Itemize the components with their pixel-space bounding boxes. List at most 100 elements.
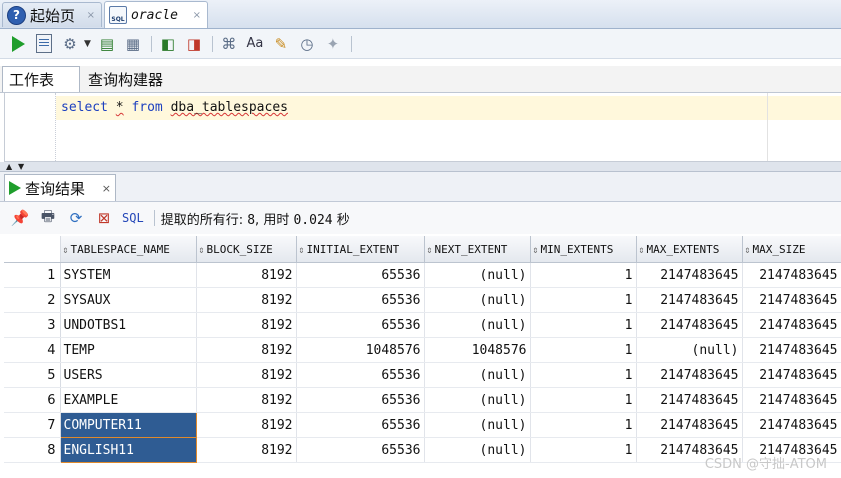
collapse-down-icon[interactable]: ▼ xyxy=(18,162,24,171)
cell-next-extent[interactable]: (null) xyxy=(424,412,531,438)
cell-max-extents[interactable]: (null) xyxy=(636,337,743,363)
cell-block-size[interactable]: 8192 xyxy=(196,287,297,313)
cell-next-extent[interactable]: (null) xyxy=(424,437,531,463)
cell-initial-extent[interactable]: 65536 xyxy=(296,362,425,388)
cell-max-size[interactable]: 2147483645 xyxy=(742,262,841,288)
cell-max-extents[interactable]: 2147483645 xyxy=(636,312,743,338)
cell-min-extents[interactable]: 1 xyxy=(530,362,637,388)
chevron-down-icon[interactable]: ▼ xyxy=(84,39,91,49)
run-script-button[interactable] xyxy=(34,34,54,54)
cell-block-size[interactable]: 8192 xyxy=(196,362,297,388)
cell-next-extent[interactable]: (null) xyxy=(424,262,531,288)
table-row[interactable]: 2 SYSAUX 8192 65536 (null) 1 2147483645 … xyxy=(4,287,841,313)
column-header-max-extents[interactable]: ⇕ MAX_EXTENTS xyxy=(636,236,743,263)
print-button[interactable]: 🖶 xyxy=(38,207,58,228)
cell-tablespace-name[interactable]: UNDOTBS1 xyxy=(60,312,197,338)
tab-worksheet[interactable]: 工作表 xyxy=(2,66,80,92)
cell-next-extent[interactable]: 1048576 xyxy=(424,337,531,363)
column-header-min-extents[interactable]: ⇕ MIN_EXTENTS xyxy=(530,236,637,263)
cell-max-size[interactable]: 2147483645 xyxy=(742,337,841,363)
refresh-button[interactable]: ⟳ xyxy=(66,208,86,228)
close-icon[interactable]: × xyxy=(102,182,111,195)
table-row[interactable]: 7 COMPUTER11 8192 65536 (null) 1 2147483… xyxy=(4,412,841,438)
cell-next-extent[interactable]: (null) xyxy=(424,287,531,313)
column-header-block-size[interactable]: ⇕ BLOCK_SIZE xyxy=(196,236,297,263)
cell-tablespace-name[interactable]: USERS xyxy=(60,362,197,388)
cell-initial-extent[interactable]: 65536 xyxy=(296,262,425,288)
autotrace-button[interactable]: ◧ xyxy=(158,34,178,54)
tab-query-builder[interactable]: 查询构建器 xyxy=(82,66,192,92)
monitor-button[interactable]: ✦ xyxy=(323,34,343,54)
cell-tablespace-name[interactable]: EXAMPLE xyxy=(60,387,197,413)
cell-min-extents[interactable]: 1 xyxy=(530,337,637,363)
cell-next-extent[interactable]: (null) xyxy=(424,362,531,388)
cell-max-extents[interactable]: 2147483645 xyxy=(636,362,743,388)
cell-initial-extent[interactable]: 65536 xyxy=(296,387,425,413)
cell-max-extents[interactable]: 2147483645 xyxy=(636,412,743,438)
cell-block-size[interactable]: 8192 xyxy=(196,412,297,438)
cell-min-extents[interactable]: 1 xyxy=(530,437,637,463)
cell-initial-extent[interactable]: 65536 xyxy=(296,287,425,313)
run-statement-button[interactable] xyxy=(8,34,28,54)
cell-max-size[interactable]: 2147483645 xyxy=(742,287,841,313)
cell-next-extent[interactable]: (null) xyxy=(424,312,531,338)
cell-max-extents[interactable]: 2147483645 xyxy=(636,287,743,313)
table-row[interactable]: 3 UNDOTBS1 8192 65536 (null) 1 214748364… xyxy=(4,312,841,338)
cell-block-size[interactable]: 8192 xyxy=(196,262,297,288)
editor-splitter[interactable]: ▲ ▼ xyxy=(0,162,841,172)
cell-initial-extent[interactable]: 65536 xyxy=(296,412,425,438)
cell-block-size[interactable]: 8192 xyxy=(196,437,297,463)
close-icon[interactable]: × xyxy=(193,10,201,21)
tab-oracle[interactable]: SQL oracle × xyxy=(104,1,208,28)
explain-plan-button[interactable]: ▦ xyxy=(123,34,143,54)
cell-min-extents[interactable]: 1 xyxy=(530,312,637,338)
cell-tablespace-name-selected[interactable]: ENGLISH11 xyxy=(59,437,197,463)
cell-tablespace-name[interactable]: SYSTEM xyxy=(60,262,197,288)
format-button[interactable]: Aa xyxy=(245,34,265,54)
clear-button[interactable]: ✎ xyxy=(271,34,291,54)
column-header-next-extent[interactable]: ⇕ NEXT_EXTENT xyxy=(424,236,531,263)
tune-button[interactable]: ⌘ xyxy=(219,34,239,54)
cell-max-extents[interactable]: 2147483645 xyxy=(636,262,743,288)
tab-start-page[interactable]: ? 起始页 × xyxy=(2,2,102,27)
rollback-button[interactable]: ▤ xyxy=(97,34,117,54)
table-row[interactable]: 1 SYSTEM 8192 65536 (null) 1 2147483645 … xyxy=(4,262,841,288)
cell-block-size[interactable]: 8192 xyxy=(196,337,297,363)
close-icon[interactable]: × xyxy=(87,10,95,21)
cell-max-size[interactable]: 2147483645 xyxy=(742,412,841,438)
cell-max-size[interactable]: 2147483645 xyxy=(742,387,841,413)
cell-initial-extent[interactable]: 65536 xyxy=(296,312,425,338)
history-button[interactable]: ◷ xyxy=(297,34,317,54)
commit-button[interactable]: ⚙ xyxy=(60,34,80,54)
cell-next-extent[interactable]: (null) xyxy=(424,387,531,413)
cell-tablespace-name-selected[interactable]: COMPUTER11 xyxy=(59,412,197,438)
column-header-tablespace-name[interactable]: ⇕ TABLESPACE_NAME xyxy=(60,236,197,263)
export-button[interactable]: ⊠ xyxy=(94,208,114,228)
column-header-initial-extent[interactable]: ⇕ INITIAL_EXTENT xyxy=(296,236,425,263)
sql-tuning-button[interactable]: ◨ xyxy=(184,34,204,54)
pin-button[interactable]: 📌 xyxy=(10,208,30,228)
cell-max-extents[interactable]: 2147483645 xyxy=(636,387,743,413)
cell-block-size[interactable]: 8192 xyxy=(196,312,297,338)
cell-min-extents[interactable]: 1 xyxy=(530,387,637,413)
table-row[interactable]: 5 USERS 8192 65536 (null) 1 2147483645 2… xyxy=(4,362,841,388)
cell-min-extents[interactable]: 1 xyxy=(530,262,637,288)
cell-min-extents[interactable]: 1 xyxy=(530,412,637,438)
tab-query-result[interactable]: 查询结果 × xyxy=(4,174,116,201)
cell-max-size[interactable]: 2147483645 xyxy=(742,312,841,338)
cell-max-size[interactable]: 2147483645 xyxy=(742,362,841,388)
collapse-up-icon[interactable]: ▲ xyxy=(6,162,12,171)
sql-link[interactable]: SQL xyxy=(122,211,144,225)
cell-initial-extent[interactable]: 1048576 xyxy=(296,337,425,363)
table-row[interactable]: 6 EXAMPLE 8192 65536 (null) 1 2147483645… xyxy=(4,387,841,413)
cell-tablespace-name[interactable]: SYSAUX xyxy=(60,287,197,313)
watermark: CSDN @守拙-ATOM xyxy=(704,457,827,472)
cell-tablespace-name[interactable]: TEMP xyxy=(60,337,197,363)
cell-initial-extent[interactable]: 65536 xyxy=(296,437,425,463)
cell-block-size[interactable]: 8192 xyxy=(196,387,297,413)
table-row[interactable]: 4 TEMP 8192 1048576 1048576 1 (null) 214… xyxy=(4,337,841,363)
sql-editor[interactable]: select * from dba_tablespaces xyxy=(4,93,841,162)
column-header-max-size[interactable]: ⇕ MAX_SIZE xyxy=(742,236,841,263)
sql-code[interactable]: select * from dba_tablespaces xyxy=(61,100,288,115)
cell-min-extents[interactable]: 1 xyxy=(530,287,637,313)
